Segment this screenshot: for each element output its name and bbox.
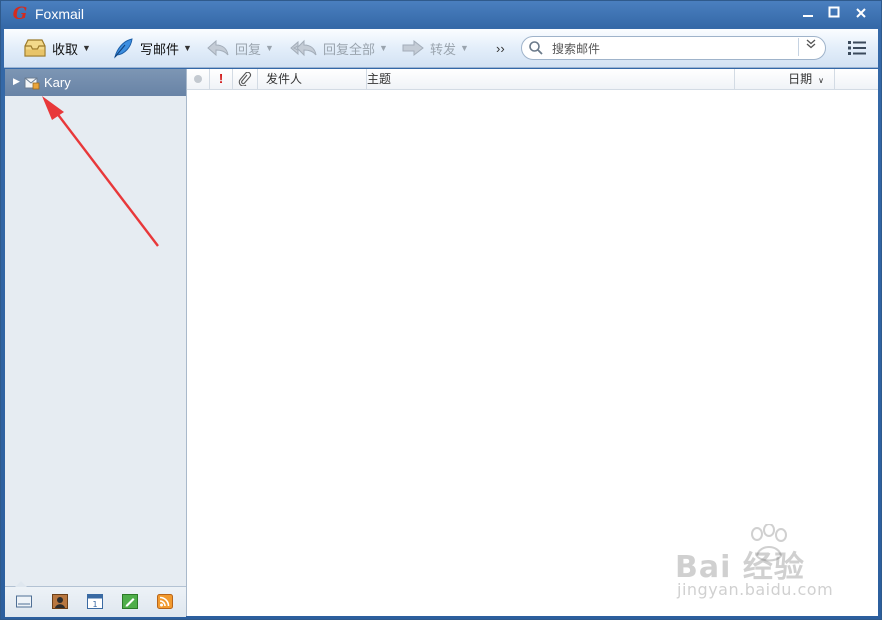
reply-all-label: 回复全部 — [323, 41, 376, 57]
sort-chevron-down-icon: ∨ — [818, 76, 824, 85]
baidu-watermark: Bai 经验 jingyan.baidu.com — [675, 520, 875, 605]
account-name: Kary — [44, 75, 71, 90]
account-item-kary[interactable]: ▶ Kary — [5, 69, 186, 96]
folder-pane: ▶ Kary 1 — [5, 69, 187, 617]
maximize-icon — [828, 6, 840, 18]
rss-icon[interactable] — [157, 594, 173, 609]
subject-column-header[interactable]: 主题 — [359, 69, 733, 89]
attachment-column-header[interactable] — [233, 69, 258, 89]
reply-arrow-icon — [207, 39, 229, 57]
compose-dropdown-caret[interactable]: ▼ — [183, 43, 192, 53]
flag-column-header[interactable]: ! — [210, 69, 233, 89]
watermark-url: jingyan.baidu.com — [677, 580, 834, 599]
main-menu-icon[interactable] — [848, 40, 866, 56]
close-button[interactable] — [850, 6, 872, 24]
active-module-indicator — [15, 581, 27, 587]
paperclip-icon — [238, 72, 251, 86]
reply-all-dropdown-caret[interactable]: ▼ — [379, 43, 388, 53]
search-icon — [529, 41, 543, 55]
foxmail-logo-icon: G — [12, 4, 28, 24]
double-chevron-down-icon — [806, 39, 816, 49]
search-options-button[interactable] — [798, 38, 823, 56]
reply-all-button[interactable]: 回复全部 ▼ — [289, 29, 388, 67]
maximize-button[interactable] — [823, 6, 845, 24]
date-column-label: 日期 — [788, 72, 813, 86]
message-list-header: ! 发件人 主题 日期 ∨ — [187, 69, 878, 90]
compose-button[interactable]: 写邮件 ▼ — [110, 29, 192, 67]
reply-all-arrow-icon — [290, 39, 317, 57]
forward-dropdown-caret[interactable]: ▼ — [460, 43, 469, 53]
reply-button[interactable]: 回复 ▼ — [205, 29, 274, 67]
date-column-header[interactable]: 日期 ∨ — [734, 69, 835, 89]
account-mailbox-icon — [24, 77, 40, 90]
mail-icon[interactable] — [16, 594, 32, 609]
close-icon — [856, 8, 866, 18]
svg-text:1: 1 — [92, 600, 97, 609]
from-column-header[interactable]: 发件人 — [258, 69, 367, 89]
forward-arrow-icon — [402, 39, 424, 57]
expand-arrow-icon[interactable]: ▶ — [13, 76, 20, 87]
search-input[interactable] — [550, 39, 794, 58]
main-toolbar: 收取 ▼ 写邮件 ▼ 回复 ▼ 回复全部 ▼ 转发 ▼ ›› 搜索邮件 — [4, 29, 878, 68]
module-switcher-bar: 1 — [5, 581, 186, 617]
receive-label: 收取 — [52, 41, 79, 57]
receive-button[interactable]: 收取 ▼ — [22, 29, 91, 67]
inbox-tray-icon — [24, 39, 46, 57]
reply-dropdown-caret[interactable]: ▼ — [265, 43, 274, 53]
window-title: Foxmail — [35, 6, 85, 22]
contacts-icon[interactable] — [52, 594, 68, 609]
forward-button[interactable]: 转发 ▼ — [400, 29, 469, 67]
minimize-button[interactable] — [797, 6, 819, 24]
receive-dropdown-caret[interactable]: ▼ — [82, 43, 91, 53]
compose-label: 写邮件 — [140, 41, 180, 57]
more-toolbar-button[interactable]: ›› — [496, 29, 505, 67]
feather-pen-icon — [114, 38, 133, 59]
title-bar[interactable]: G Foxmail — [1, 1, 881, 29]
calendar-icon[interactable]: 1 — [87, 594, 103, 609]
notes-icon[interactable] — [122, 594, 138, 609]
forward-label: 转发 — [430, 41, 457, 57]
reply-label: 回复 — [235, 41, 262, 57]
read-status-column-header[interactable] — [187, 69, 210, 89]
unread-dot-icon — [194, 75, 202, 83]
search-box[interactable] — [521, 36, 826, 60]
minimize-icon — [803, 15, 813, 17]
